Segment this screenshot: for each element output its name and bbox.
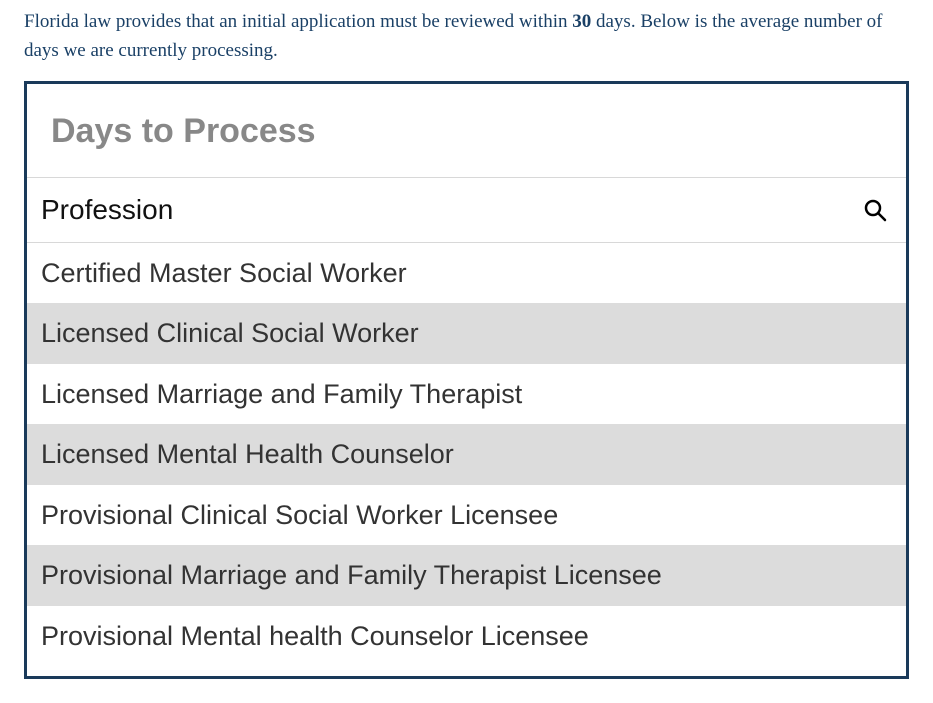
days-to-process-widget: Days to Process Profession Certified Mas… (24, 81, 909, 679)
list-item[interactable]: Provisional Clinical Social Worker Licen… (27, 485, 906, 545)
list-item[interactable]: Provisional Marriage and Family Therapis… (27, 545, 906, 605)
list-item[interactable]: Licensed Clinical Social Worker (27, 303, 906, 363)
column-header-row: Profession (27, 177, 906, 243)
search-icon[interactable] (862, 197, 888, 223)
list-item[interactable]: Licensed Marriage and Family Therapist (27, 364, 906, 424)
list-item[interactable]: Provisional Mental health Counselor Lice… (27, 606, 906, 666)
intro-days-bold: 30 (572, 11, 591, 32)
profession-rows: Certified Master Social Worker Licensed … (27, 243, 906, 666)
list-item[interactable]: Certified Master Social Worker (27, 243, 906, 303)
widget-title: Days to Process (27, 84, 906, 177)
intro-paragraph: Florida law provides that an initial app… (0, 0, 933, 81)
intro-text-prefix: Florida law provides that an initial app… (24, 11, 572, 32)
list-item[interactable]: Licensed Mental Health Counselor (27, 424, 906, 484)
column-header-profession[interactable]: Profession (41, 194, 173, 226)
